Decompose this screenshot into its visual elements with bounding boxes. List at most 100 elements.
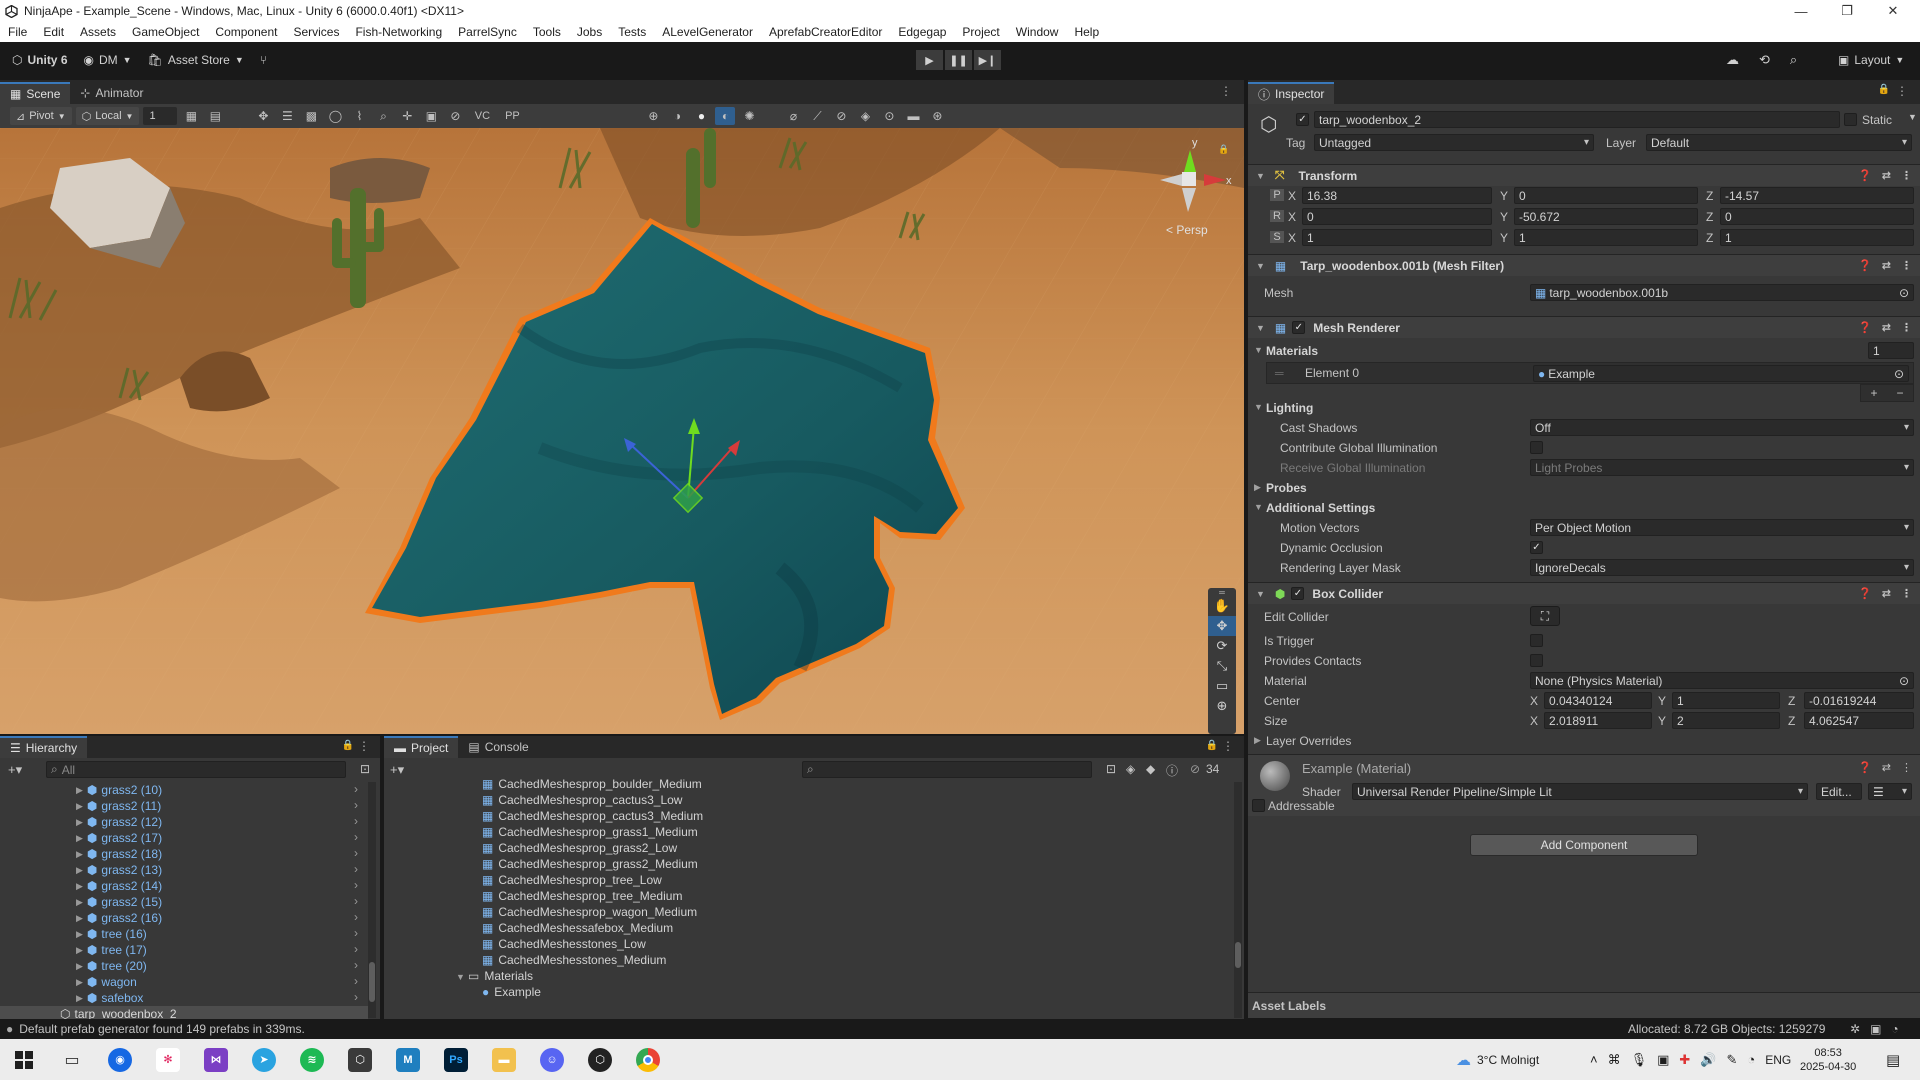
physics-material-field[interactable]: None (Physics Material) ⊙ [1530,672,1914,689]
foldout-arrow-icon[interactable]: ▶ [76,833,83,844]
foldout-arrow-icon[interactable]: ▶ [76,785,83,796]
wifi-icon[interactable]: ◔ [1747,1052,1755,1067]
transform-header[interactable]: ▼ ⤧ Transform ❓ ⇄ ⋮ [1248,164,1920,186]
hierarchy-item[interactable]: ▶ ⬢ wagon [76,974,137,990]
lock-icon[interactable]: 🔒 [1206,740,1218,751]
lock-icon[interactable]: 🔒 [1218,144,1229,154]
presets-icon[interactable]: ⇄ [1882,259,1891,272]
menu-file[interactable]: File [0,25,35,39]
orientation-icon[interactable]: ⊛ [927,107,947,125]
play-icon[interactable]: ▶ [916,50,943,70]
menu-parrelsync[interactable]: ParrelSync [450,25,525,39]
foldout-arrow-icon[interactable]: ▶ [76,961,83,972]
version-control-button[interactable]: ⑂ [252,49,275,71]
create-icon[interactable]: +▾ [8,762,22,778]
project-asset-item[interactable]: ▦ CachedMeshesprop_boulder_Medium [482,776,702,792]
hierarchy-item[interactable]: ▶ ⬢ grass2 (16) [76,910,162,926]
center-z-field[interactable]: -0.01619244 [1804,692,1914,709]
nvidia-icon[interactable]: ▣ [1657,1052,1669,1068]
history-icon[interactable]: ⟲ [1759,52,1770,68]
pivot-toggle[interactable]: ⊿ Pivot ▼ [10,107,72,125]
more-options-icon[interactable]: ⋮ [1901,761,1912,774]
chevron-right-icon[interactable]: › [354,958,358,972]
rotation-x-field[interactable]: 0 [1302,208,1492,225]
project-asset-item[interactable]: ▦ CachedMeshesprop_cactus3_Medium [482,808,703,824]
chevron-right-icon[interactable]: › [354,942,358,956]
foldout-arrow-icon[interactable]: ▶ [76,865,83,876]
foldout-arrow-icon[interactable]: ▶ [1254,482,1261,493]
align-icon[interactable]: ☰ [277,107,297,125]
static-checkbox[interactable] [1844,113,1857,126]
edit-collider-button[interactable]: ⛶ [1530,606,1560,626]
presets-icon[interactable]: ⇄ [1882,169,1891,182]
menu-help[interactable]: Help [1066,25,1107,39]
chevron-down-icon[interactable]: ▼ [1908,112,1917,122]
folder-materials[interactable]: ▭ Materials [468,968,533,984]
size-y-field[interactable]: 2 [1672,712,1780,729]
more-options-icon[interactable]: ⋮ [1901,259,1912,272]
foldout-arrow-icon[interactable]: ▶ [76,913,83,924]
language-indicator[interactable]: ENG [1765,1053,1791,1067]
tab-animator[interactable]: ⊹ Animator [70,82,153,104]
project-asset-item[interactable]: ▦ CachedMeshesprop_tree_Low [482,872,662,888]
element-0-field[interactable]: ● Example ⊙ [1533,365,1909,382]
hierarchy-item[interactable]: ▶ ⬢ grass2 (13) [76,862,162,878]
foldout-arrow-icon[interactable]: ▶ [76,897,83,908]
shader-options-dropdown[interactable]: ☰ [1868,783,1912,800]
search-by-label-icon[interactable]: ◈ [1126,762,1135,776]
object-picker-icon[interactable]: ⊙ [1894,367,1904,381]
status-message[interactable]: Default prefab generator found 149 prefa… [19,1022,305,1036]
more-options-icon[interactable]: ⋮ [1222,739,1234,753]
favorite-icon[interactable]: ◆ [1146,762,1155,776]
mesh-renderer-enabled-checkbox[interactable]: ✓ [1292,321,1306,334]
receive-gi-dropdown[interactable]: Light Probes [1530,459,1914,476]
volume-icon[interactable]: 🔊 [1700,1052,1716,1068]
foldout-arrow-icon[interactable]: ▶ [76,881,83,892]
project-asset-item[interactable]: ▦ CachedMeshessafebox_Medium [482,920,673,936]
help-icon[interactable]: ❓ [1858,761,1872,774]
menu-alevelgenerator[interactable]: ALevelGenerator [654,25,761,39]
menu-edgegap[interactable]: Edgegap [890,25,954,39]
hierarchy-item[interactable]: ▶ ⬢ grass2 (18) [76,846,162,862]
size-z-field[interactable]: 4.062547 [1804,712,1914,729]
contribute-gi-checkbox[interactable] [1530,441,1543,454]
tab-inspector[interactable]: ⓘ Inspector [1248,82,1335,104]
provides-contacts-checkbox[interactable] [1530,654,1543,667]
effects-icon[interactable]: ⟋ [807,107,827,125]
project-asset-item[interactable]: ▦ CachedMeshesprop_grass2_Medium [482,856,698,872]
is-trigger-checkbox[interactable] [1530,634,1543,647]
file-explorer-icon[interactable]: ▬ [480,1040,528,1080]
clock[interactable]: 08:53 2025-04-30 [1800,1039,1856,1080]
scale-z-field[interactable]: 1 [1720,229,1914,246]
project-asset-item[interactable]: ▦ CachedMeshesprop_grass2_Low [482,840,677,856]
step-icon[interactable]: ▶❙ [974,50,1001,70]
project-scrollbar[interactable] [1234,782,1242,1018]
task-view-icon[interactable]: ▭ [48,1040,96,1080]
object-picker-icon[interactable]: ⊙ [1899,286,1909,300]
more-options-icon[interactable]: ⋮ [1220,84,1232,98]
search-by-type-icon[interactable]: ⊡ [1106,762,1116,776]
hierarchy-item[interactable]: ▶ ⬢ grass2 (15) [76,894,162,910]
lock-icon[interactable]: 🔒 [342,740,354,751]
hierarchy-item[interactable]: ▶ ⬢ grass2 (11) [76,798,161,814]
scale-x-field[interactable]: 1 [1302,229,1492,246]
transform-tool-icon[interactable]: ✛ [397,107,417,125]
project-search-input[interactable]: ⌕ [802,761,1092,778]
active-checkbox[interactable]: ✓ [1296,113,1309,126]
menu-jobs[interactable]: Jobs [569,25,610,39]
foldout-arrow-icon[interactable]: ▶ [76,817,83,828]
maps-icon[interactable]: ◉ [96,1040,144,1080]
account-button[interactable]: ◉ DM ▼ [76,49,140,71]
project-asset-item[interactable]: ▦ CachedMeshesstones_Medium [482,952,666,968]
project-asset-item[interactable]: ▦ CachedMeshesprop_cactus3_Low [482,792,682,808]
tab-scene[interactable]: ▦ Scene [0,82,71,104]
rotation-z-field[interactable]: 0 [1720,208,1914,225]
chevron-right-icon[interactable]: › [354,782,358,796]
help-icon[interactable]: ❓ [1858,321,1872,334]
tab-project[interactable]: ▬ Project [384,736,459,758]
mesh-renderer-header[interactable]: ▼ ▦ ✓ Mesh Renderer ❓ ⇄ ⋮ [1248,316,1920,338]
layer-dropdown[interactable]: Default [1646,134,1912,151]
tab-hierarchy[interactable]: ☰ Hierarchy [0,736,88,758]
app-tray-icon[interactable]: ✚ [1679,1052,1690,1068]
presets-icon[interactable]: ⇄ [1882,321,1891,334]
